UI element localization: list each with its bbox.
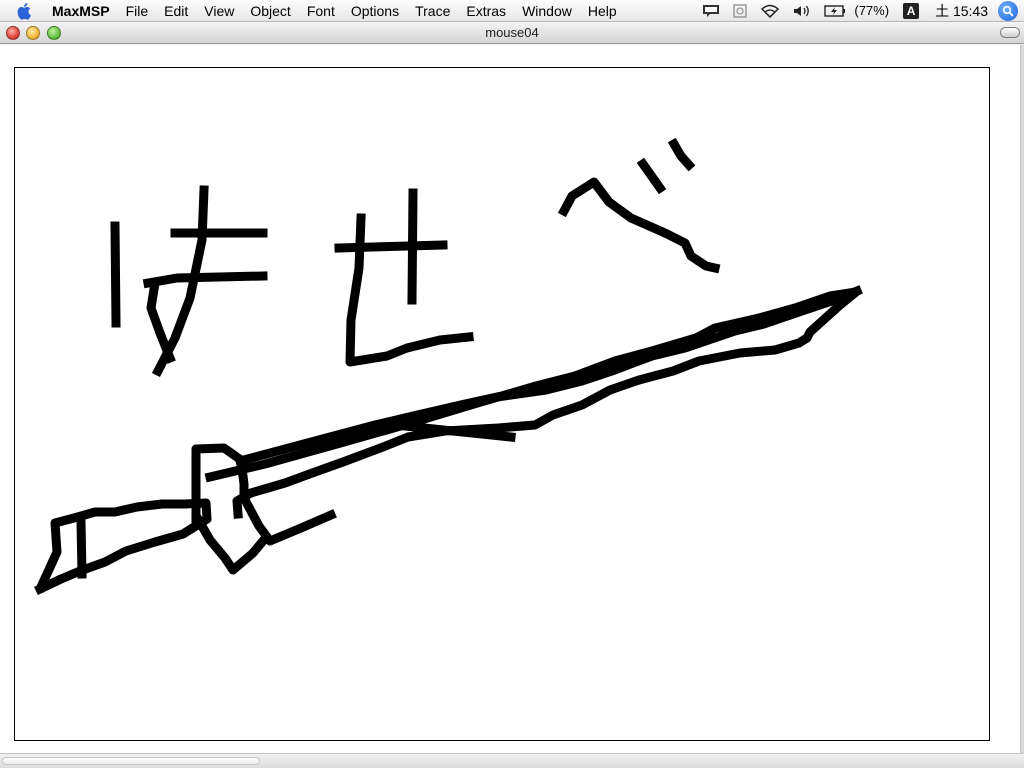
vertical-scrollbar[interactable] bbox=[1020, 45, 1024, 753]
menu-font[interactable]: Font bbox=[299, 0, 343, 22]
lcd-drawing-canvas[interactable] bbox=[14, 67, 990, 741]
input-menu-icon[interactable]: A bbox=[903, 2, 920, 19]
stroke-char1-left bbox=[110, 221, 121, 328]
menu-file[interactable]: File bbox=[118, 0, 157, 22]
menu-options[interactable]: Options bbox=[343, 0, 407, 22]
stroke-char3-dot1 bbox=[636, 157, 667, 195]
menu-view[interactable]: View bbox=[196, 0, 242, 22]
stroke-char3-dot2 bbox=[667, 137, 696, 172]
battery-percentage: (77%) bbox=[854, 3, 890, 18]
patcher-content bbox=[0, 45, 1020, 753]
menu-extras[interactable]: Extras bbox=[458, 0, 514, 22]
horizontal-scrollbar[interactable] bbox=[0, 753, 1024, 768]
wifi-icon[interactable] bbox=[754, 0, 786, 22]
stroke-char3-main bbox=[557, 177, 721, 274]
stroke-char1-hook bbox=[146, 277, 176, 364]
stroke-sword-guard-base bbox=[191, 512, 270, 575]
menu-bar: MaxMSP File Edit View Object Font Option… bbox=[0, 0, 1024, 22]
speech-bubble-icon[interactable] bbox=[696, 0, 726, 22]
apple-menu-icon[interactable] bbox=[14, 0, 36, 22]
menu-help[interactable]: Help bbox=[580, 0, 625, 22]
patcher-window: mouse04 bbox=[0, 22, 1024, 768]
menu-edit[interactable]: Edit bbox=[156, 0, 196, 22]
stroke-char2-top bbox=[334, 240, 448, 253]
freehand-drawing bbox=[34, 137, 863, 595]
menu-trace[interactable]: Trace bbox=[407, 0, 458, 22]
spotlight-search-icon[interactable] bbox=[998, 0, 1018, 21]
stroke-char2-right bbox=[407, 188, 418, 305]
status-area: (77%) A 土 15:43 bbox=[696, 0, 1024, 22]
stroke-sword-handle bbox=[34, 498, 212, 595]
menu-clock[interactable]: 土 15:43 bbox=[927, 1, 996, 21]
sync-icon[interactable] bbox=[726, 0, 754, 22]
stroke-char1-middle bbox=[142, 271, 268, 289]
menu-window[interactable]: Window bbox=[514, 0, 580, 22]
window-titlebar[interactable]: mouse04 bbox=[0, 22, 1024, 44]
menu-object[interactable]: Object bbox=[242, 0, 298, 22]
battery-icon[interactable] bbox=[818, 0, 852, 22]
volume-icon[interactable] bbox=[786, 0, 818, 22]
stroke-sword-handle-cap bbox=[76, 517, 87, 579]
horizontal-scrollbar-thumb[interactable] bbox=[2, 757, 260, 765]
menu-app-maxmsp[interactable]: MaxMSP bbox=[48, 0, 118, 22]
window-title: mouse04 bbox=[485, 25, 539, 40]
toolbar-toggle-button[interactable] bbox=[1000, 27, 1020, 38]
